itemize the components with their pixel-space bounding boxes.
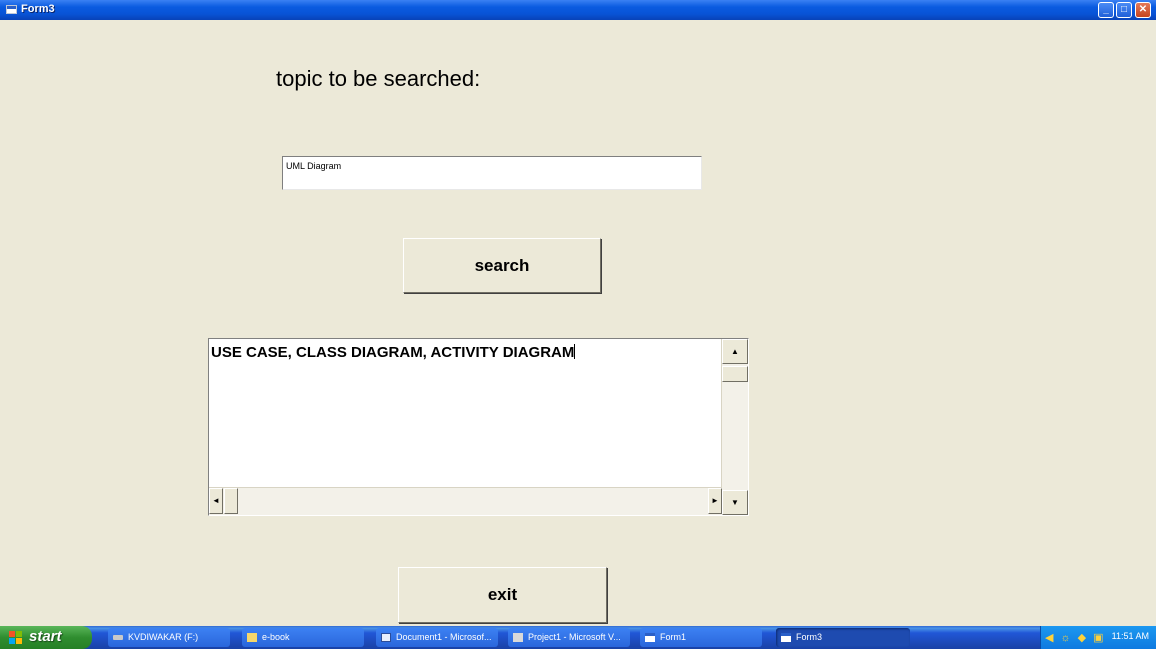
scroll-left-button[interactable]: ◄ [209, 488, 223, 514]
start-button[interactable]: start [0, 626, 92, 649]
taskbar-item-ebook[interactable]: e-book [242, 628, 364, 647]
scroll-down-button[interactable]: ▼ [722, 490, 748, 515]
window-title: Form3 [21, 3, 55, 15]
form-window-icon [781, 633, 791, 642]
taskbar: start KVDIWAKAR (F:) e-book Document1 - … [0, 626, 1156, 649]
taskbar-item-form1[interactable]: Form1 [640, 628, 762, 647]
taskbar-item-label: Form3 [796, 632, 823, 642]
minimize-button[interactable]: _ [1098, 2, 1114, 18]
taskbar-item-drive[interactable]: KVDIWAKAR (F:) [108, 628, 230, 647]
topic-input[interactable]: UML Diagram [282, 156, 702, 190]
form-window-icon [6, 5, 17, 14]
vertical-scrollbar[interactable]: ▲ ▼ [721, 339, 748, 515]
word-document-icon [381, 633, 391, 642]
text-caret [574, 344, 576, 359]
horizontal-scrollbar[interactable]: ◄ ► [209, 487, 722, 515]
search-button[interactable]: search [403, 238, 601, 293]
maximize-button[interactable]: □ [1116, 2, 1132, 18]
vertical-scroll-thumb[interactable] [722, 366, 748, 382]
scroll-right-button[interactable]: ► [708, 488, 722, 514]
result-text-value: USE CASE, CLASS DIAGRAM, ACTIVITY DIAGRA… [211, 344, 575, 361]
system-tray: ◀ ☼ ◆ ▣ 11:51 AM [1040, 626, 1156, 649]
exit-button[interactable]: exit [398, 567, 607, 623]
windows-logo-icon [9, 631, 23, 644]
folder-icon [247, 633, 257, 642]
visual-basic-icon [513, 633, 523, 642]
taskbar-item-form3[interactable]: Form3 [776, 628, 910, 647]
exit-button-label: exit [487, 585, 518, 604]
taskbar-item-project1[interactable]: Project1 - Microsoft V... [508, 628, 630, 647]
title-bar[interactable]: Form3 _ □ ✕ [0, 0, 1156, 20]
form-window-icon [645, 633, 655, 642]
topic-label: topic to be searched: [276, 66, 481, 91]
taskbar-item-label: e-book [262, 632, 290, 642]
start-label: start [29, 628, 62, 645]
scroll-up-button[interactable]: ▲ [722, 339, 748, 364]
result-textarea[interactable]: USE CASE, CLASS DIAGRAM, ACTIVITY DIAGRA… [208, 338, 749, 516]
drive-icon [113, 635, 123, 640]
taskbar-item-label: KVDIWAKAR (F:) [128, 632, 199, 642]
taskbar-item-label: Form1 [660, 632, 687, 642]
result-text: USE CASE, CLASS DIAGRAM, ACTIVITY DIAGRA… [211, 344, 576, 361]
clock[interactable]: 11:51 AM [1112, 631, 1149, 641]
taskbar-item-label: Project1 - Microsoft V... [528, 632, 621, 642]
horizontal-scroll-thumb[interactable] [224, 488, 238, 514]
taskbar-item-document1[interactable]: Document1 - Microsof... [376, 628, 498, 647]
search-button-label: search [474, 255, 530, 275]
taskbar-item-label: Document1 - Microsof... [396, 632, 492, 642]
close-button[interactable]: ✕ [1135, 2, 1151, 18]
tray-icons[interactable]: ◀ ☼ ◆ ▣ [1045, 631, 1106, 644]
